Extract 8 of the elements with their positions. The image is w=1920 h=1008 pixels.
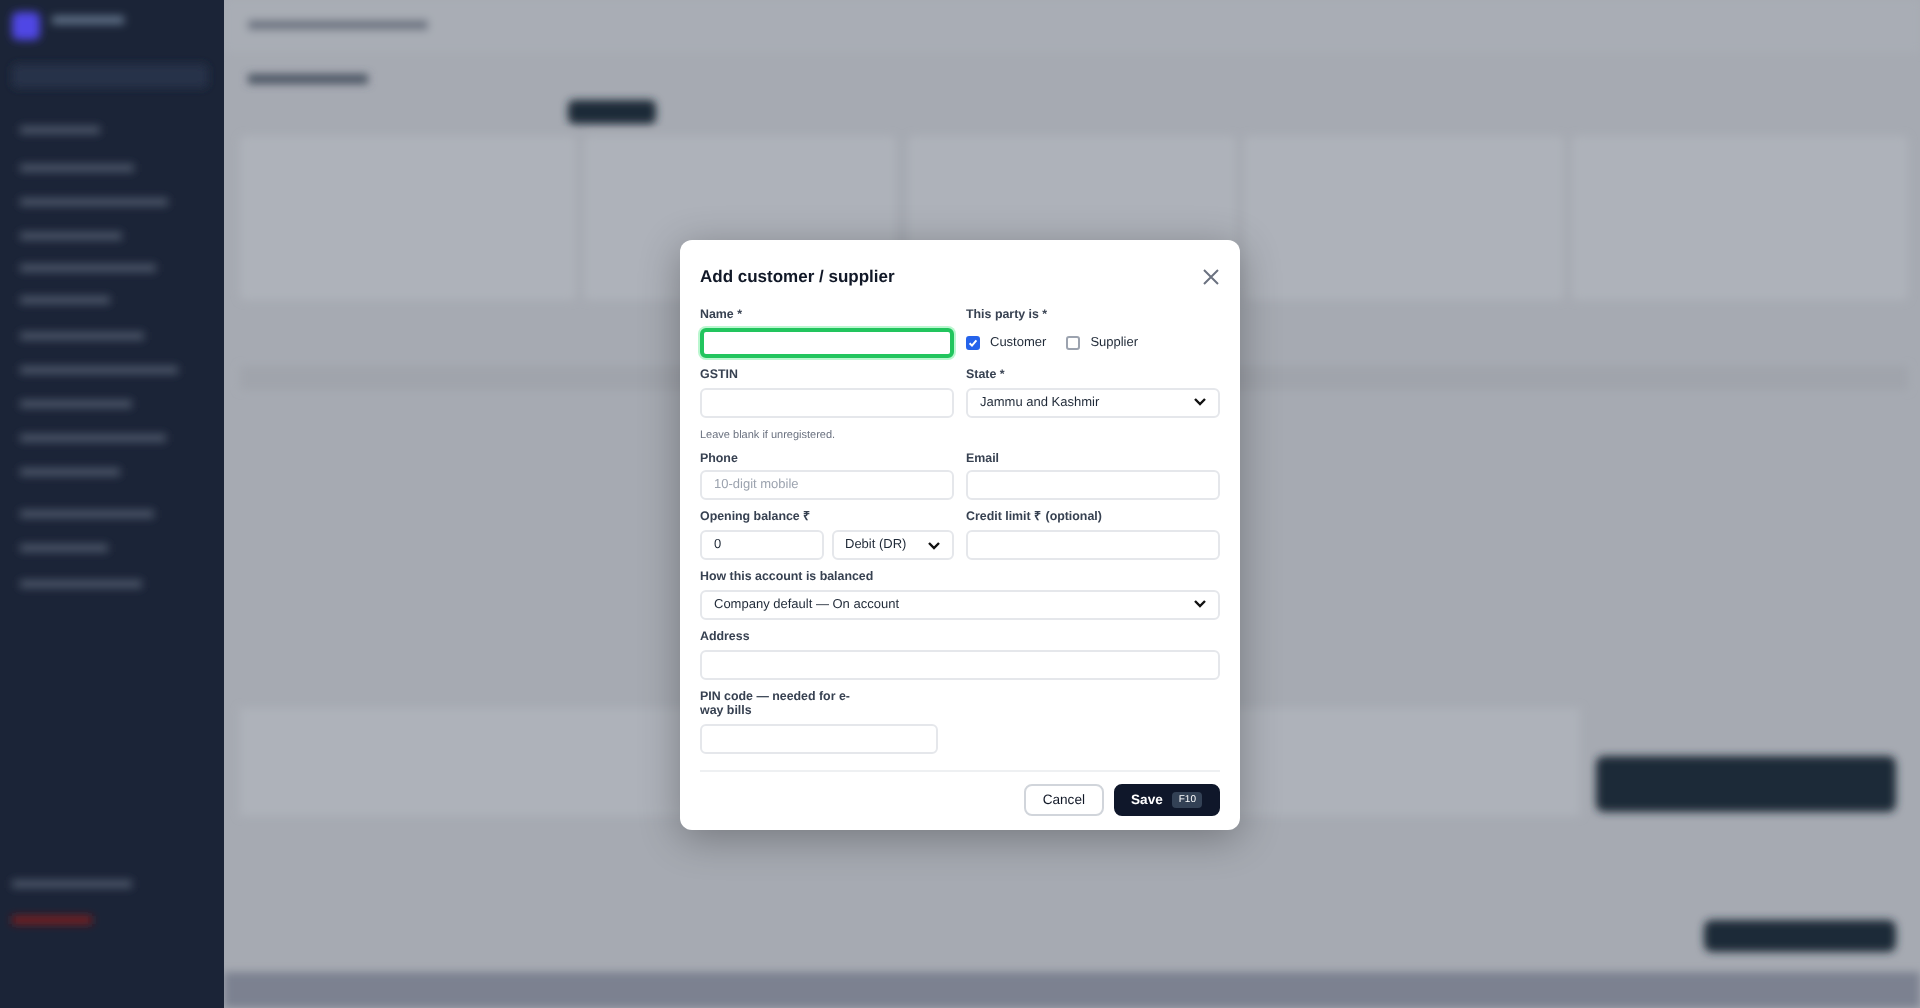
chevron-down-icon [1194, 398, 1206, 406]
checkbox[interactable] [966, 335, 980, 350]
chevron-down-icon [928, 541, 940, 549]
chevron-down-icon [1194, 600, 1206, 609]
text-field[interactable] [700, 327, 954, 358]
checkbox[interactable] [1066, 335, 1081, 350]
dialog-title: Add customer / supplier [700, 266, 895, 286]
close-icon[interactable] [1202, 267, 1220, 285]
